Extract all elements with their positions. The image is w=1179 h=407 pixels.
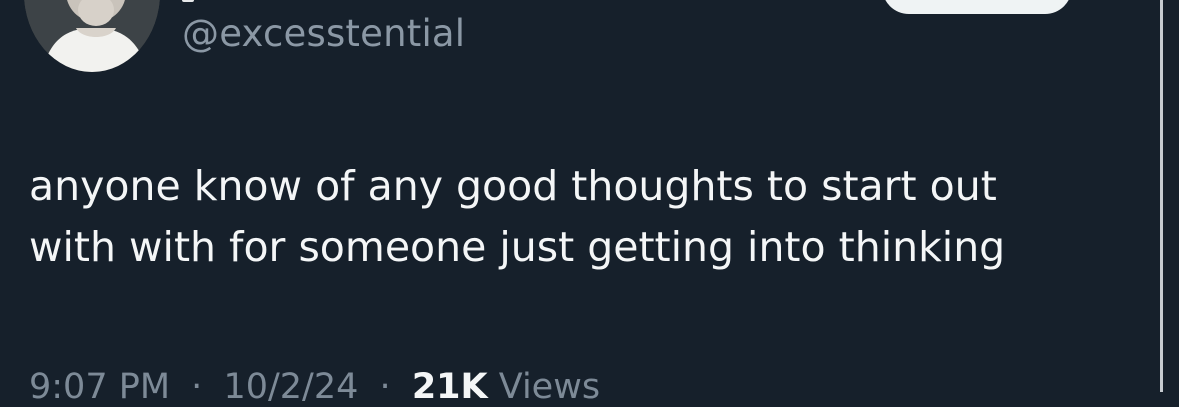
tweet-date[interactable]: 10/2/24	[223, 367, 358, 407]
tweet-text-line: anyone know of any good thoughts to star…	[29, 162, 997, 210]
views-count[interactable]: 21K	[412, 367, 488, 407]
meta-separator: ·	[379, 367, 391, 407]
follow-button[interactable]	[882, 0, 1072, 14]
tweet-time[interactable]: 9:07 PM	[29, 367, 170, 407]
meta-separator: ·	[191, 367, 203, 407]
avatar[interactable]	[24, 0, 160, 72]
tweet-meta: 9:07 PM · 10/2/24 · 21K Views	[29, 367, 600, 407]
profile-photo-icon	[24, 0, 160, 72]
user-handle[interactable]: @excesstential	[182, 10, 465, 58]
views-label: Views	[498, 367, 601, 407]
scrollbar[interactable]	[1160, 0, 1163, 392]
tweet-text-line: with with for someone just getting into …	[29, 223, 1006, 271]
tweet-text: anyone know of any good thoughts to star…	[29, 156, 1139, 278]
display-name-fragment	[182, 0, 194, 2]
